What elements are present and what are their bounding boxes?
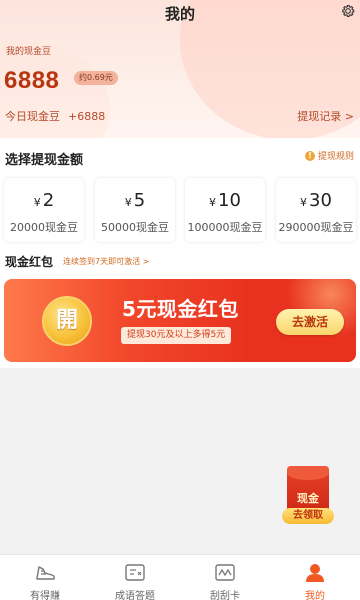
tab-mine[interactable]: 我的 (270, 555, 360, 600)
withdraw-option-5[interactable]: ¥5 50000现金豆 (95, 178, 175, 242)
option-amount: 5 (133, 190, 146, 211)
withdraw-options: ¥2 20000现金豆 ¥5 50000现金豆 ¥10 100000现金豆 ¥3… (4, 178, 356, 242)
open-coin-icon: 開 (42, 296, 92, 346)
bottom-tabbar: 有得赚 成语答题 刮刮卡 我的 (0, 554, 360, 600)
option-beans: 100000现金豆 (187, 221, 263, 234)
tab-label: 我的 (305, 591, 325, 600)
withdraw-rules-link[interactable]: ! 提现规则 (304, 149, 354, 162)
currency-symbol: ¥ (300, 196, 308, 209)
withdraw-record-link[interactable]: 提现记录 > (297, 108, 354, 124)
scratch-card-icon (215, 564, 235, 581)
tab-label: 成语答题 (115, 591, 155, 600)
currency-symbol: ¥ (33, 196, 41, 209)
withdraw-option-10[interactable]: ¥10 100000现金豆 (185, 178, 265, 242)
floating-redpacket[interactable]: 现金 去领取 (280, 466, 336, 526)
option-amount: 10 (218, 190, 241, 211)
gear-icon[interactable] (340, 3, 356, 19)
redpacket-hint-link[interactable]: 连续签到7天即可激活 > (63, 256, 149, 267)
today-beans-value: +6888 (68, 110, 106, 123)
balance-label: 我的现金豆 (6, 47, 52, 57)
withdraw-section-title: 选择提现金额 (5, 153, 84, 168)
redpacket-subtitle: 提现30元及以上多得5元 (121, 327, 232, 344)
option-beans: 20000现金豆 (10, 221, 78, 234)
info-icon: ! (304, 150, 315, 161)
sneaker-icon (36, 566, 55, 580)
redpacket-banner[interactable]: 開 5元现金红包 提现30元及以上多得5元 去激活 (4, 279, 356, 362)
tab-scratch-card[interactable]: 刮刮卡 (180, 555, 270, 600)
approx-value-badge: 约0.69元 (74, 71, 118, 85)
tab-idiom-quiz[interactable]: 成语答题 (90, 555, 180, 600)
today-beans-row: 今日现金豆 +6888 (5, 108, 105, 124)
user-icon (306, 564, 324, 582)
currency-symbol: ¥ (124, 196, 132, 209)
floating-redpacket-button[interactable]: 去领取 (282, 508, 334, 524)
floating-redpacket-title: 现金 (297, 492, 319, 505)
currency-symbol: ¥ (209, 196, 217, 209)
idiom-card-icon (125, 564, 145, 581)
page-title: 我的 (164, 5, 195, 23)
withdraw-option-30[interactable]: ¥30 290000现金豆 (276, 178, 356, 242)
option-beans: 50000现金豆 (101, 221, 169, 234)
option-amount: 30 (309, 190, 332, 211)
withdraw-option-2[interactable]: ¥2 20000现金豆 (4, 178, 84, 242)
tab-earn[interactable]: 有得赚 (0, 555, 90, 600)
tab-label: 刮刮卡 (210, 591, 240, 600)
balance-value: 6888 (4, 67, 60, 94)
option-amount: 2 (42, 190, 55, 211)
tab-label: 有得赚 (30, 591, 60, 600)
withdraw-rules-label: 提现规则 (317, 152, 354, 162)
today-beans-label: 今日现金豆 (5, 110, 60, 123)
option-beans: 290000现金豆 (278, 221, 354, 234)
redpacket-section-title: 现金红包 (5, 255, 54, 269)
activate-button[interactable]: 去激活 (276, 309, 344, 335)
redpacket-title: 5元现金红包 (122, 297, 239, 321)
